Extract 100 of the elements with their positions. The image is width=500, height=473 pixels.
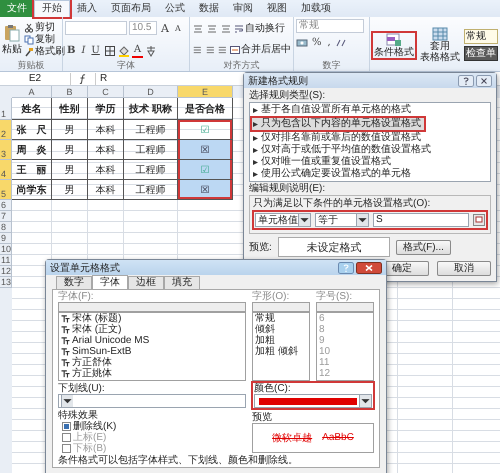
rule-type-item[interactable]: 仅对排名靠前或靠后的数值设置格式: [250, 132, 490, 144]
ribbon-tab[interactable]: 文件: [0, 0, 34, 17]
paste-button[interactable]: 粘贴: [2, 24, 22, 56]
row-header[interactable]: 10: [0, 244, 12, 255]
format-button[interactable]: 格式(F)...: [396, 240, 451, 254]
row-header[interactable]: 6: [0, 200, 12, 211]
align-icon[interactable]: [206, 23, 218, 36]
dialog-tab[interactable]: 边框: [128, 276, 164, 289]
help-icon[interactable]: [338, 262, 354, 274]
ribbon-tab[interactable]: 开始: [34, 0, 70, 17]
font-list-item[interactable]: 方正姚体: [59, 368, 245, 379]
group-label: 字体: [116, 60, 136, 71]
range-picker-icon[interactable]: [473, 214, 485, 226]
column-header[interactable]: A: [12, 86, 52, 98]
checkbox[interactable]: 删除线(K): [58, 421, 246, 432]
row-header[interactable]: 2: [0, 120, 12, 140]
table-cell: 本科: [88, 120, 124, 140]
row-header[interactable]: 12: [0, 266, 12, 277]
ribbon-tab[interactable]: 数据: [192, 0, 226, 17]
ribbon-tab[interactable]: 插入: [70, 0, 104, 17]
row-header[interactable]: 9: [0, 233, 12, 244]
scissors-icon: [24, 22, 34, 32]
table-header-cell: 学历: [88, 98, 124, 120]
cell-style-button[interactable]: 常规: [464, 29, 498, 44]
conditional-format-button[interactable]: 条件格式: [372, 32, 416, 58]
dialog-tab[interactable]: 数字: [56, 276, 92, 289]
table-icon: [432, 27, 448, 41]
column-header[interactable]: C: [88, 86, 124, 98]
align-icon[interactable]: [192, 23, 204, 36]
rule-type-item[interactable]: 仅对唯一值或重复值设置格式: [250, 156, 490, 168]
merge-center-button[interactable]: 合并后居中: [230, 44, 292, 56]
grow-font-button[interactable]: A: [159, 22, 171, 34]
align-icon[interactable]: [220, 23, 232, 36]
font-style-item[interactable]: 加粗: [253, 335, 309, 346]
row-header[interactable]: 3: [0, 140, 12, 160]
name-box[interactable]: E2: [0, 72, 71, 84]
row-header[interactable]: 11: [0, 255, 12, 266]
ribbon-tab[interactable]: 视图: [260, 0, 294, 17]
table-format-button[interactable]: 套用 表格格式: [418, 26, 462, 64]
ribbon-tab[interactable]: 审阅: [226, 0, 260, 17]
font-style-item[interactable]: 倾斜: [253, 324, 309, 335]
ribbon-tab[interactable]: 加载项: [294, 0, 338, 17]
percent-button[interactable]: %: [310, 36, 324, 49]
format-button[interactable]: U: [89, 44, 102, 57]
rule-type-item[interactable]: 使用公式确定要设置格式的单元格: [250, 168, 490, 180]
close-icon[interactable]: [476, 74, 492, 86]
font-name-field[interactable]: [65, 21, 127, 35]
preview-text: AaBbC: [322, 432, 354, 443]
borders-icon[interactable]: [104, 44, 116, 56]
font-style-item[interactable]: 加粗 倾斜: [253, 346, 309, 357]
rule-type-item[interactable]: 只为包含以下内容的单元格设置格式: [250, 116, 426, 132]
rule-type-item[interactable]: 仅对高于或低于平均值的数值设置格式: [250, 144, 490, 156]
help-icon[interactable]: [458, 74, 474, 86]
font-style-field[interactable]: [252, 302, 310, 312]
dialog-tab[interactable]: 填充: [164, 276, 200, 289]
font-list-item[interactable]: 宋体 (正文): [59, 324, 245, 335]
table-cell: 男: [52, 140, 88, 160]
operator-dropdown[interactable]: 等于: [315, 213, 369, 227]
wrap-text-button[interactable]: 自动换行: [234, 23, 285, 36]
ribbon-tab[interactable]: 公式: [158, 0, 192, 17]
font-size-field[interactable]: 10.5: [129, 21, 157, 35]
row-header[interactable]: 8: [0, 222, 12, 233]
column-header[interactable]: E: [178, 86, 233, 98]
currency-icon[interactable]: [296, 36, 308, 48]
close-icon[interactable]: [356, 262, 382, 274]
font-list-item[interactable]: Arial Unicode MS: [59, 335, 245, 346]
row-header[interactable]: 5: [0, 180, 12, 200]
format-button[interactable]: B: [65, 44, 78, 57]
column-header[interactable]: B: [52, 86, 88, 98]
row-header[interactable]: 1: [0, 98, 12, 120]
number-format-field[interactable]: 常规: [296, 19, 364, 33]
font-icon: [61, 326, 70, 334]
font-color-button[interactable]: A: [132, 43, 144, 58]
cut-button[interactable]: 剪切: [24, 22, 65, 34]
fill-color-icon[interactable]: [118, 44, 130, 56]
copy-button[interactable]: 复制: [24, 34, 65, 46]
format-button[interactable]: I: [79, 44, 88, 57]
value-field[interactable]: S: [373, 213, 469, 227]
field-dropdown[interactable]: 单元格值: [255, 213, 311, 227]
field-label: 编辑规则说明(E):: [249, 183, 326, 194]
font-list-item[interactable]: SimSun-ExtB: [59, 346, 245, 357]
ribbon-tab[interactable]: 页面布局: [104, 0, 158, 17]
cell-style-button[interactable]: 检查单: [464, 46, 498, 61]
rule-type-item[interactable]: 基于各自值设置所有单元格的格式: [250, 104, 490, 116]
dialog-tab[interactable]: 字体: [92, 275, 128, 289]
field-label: 字形(O):: [252, 291, 290, 302]
font-field[interactable]: [58, 302, 246, 312]
cancel-button[interactable]: 取消: [437, 261, 491, 276]
row-header[interactable]: 7: [0, 211, 12, 222]
dialog-title: 设置单元格格式: [50, 262, 120, 274]
row-header[interactable]: 13: [0, 277, 12, 288]
column-header[interactable]: D: [124, 86, 178, 98]
shrink-font-button[interactable]: A: [172, 22, 183, 34]
format-painter-button[interactable]: 格式刷: [24, 46, 65, 58]
formula-field[interactable]: R: [95, 72, 108, 84]
color-dropdown[interactable]: [254, 394, 372, 408]
font-style-item[interactable]: 常规: [253, 313, 309, 324]
row-header[interactable]: 4: [0, 160, 12, 180]
comma-button[interactable]: ,: [326, 36, 333, 49]
font-list-item[interactable]: 方正舒体: [59, 357, 245, 368]
